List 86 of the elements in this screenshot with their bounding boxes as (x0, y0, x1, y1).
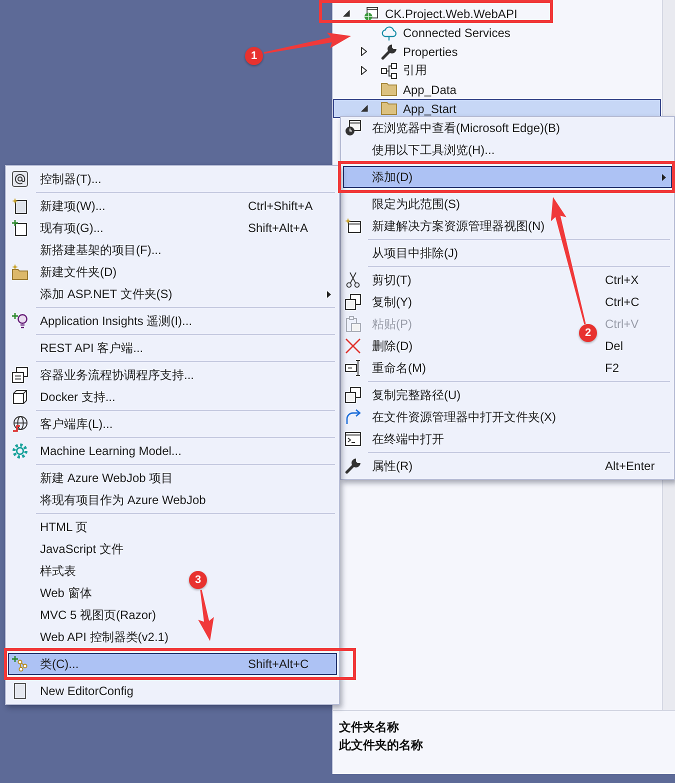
menu-item[interactable]: 重命名(M) (344, 358, 428, 378)
clipboard-icon (345, 316, 361, 332)
shortcut-text: Ctrl+Shift+A (248, 199, 313, 213)
window-clock-icon (345, 120, 361, 136)
copy-icon (345, 294, 361, 310)
menu-item[interactable]: 删除(D) (344, 336, 415, 356)
tree-item[interactable]: App_Start (333, 99, 661, 118)
menu-item[interactable]: REST API 客户端... (9, 338, 146, 358)
caret-down-icon[interactable] (360, 105, 368, 112)
menu-item[interactable]: 新建文件夹(D) (9, 262, 119, 282)
menu-item[interactable]: 在浏览器中查看(Microsoft Edge)(B) (344, 118, 562, 138)
menu-item[interactable]: 添加 ASP.NET 文件夹(S) (9, 284, 174, 304)
menu-item[interactable]: Application Insights 遥测(I)... (9, 311, 194, 331)
shortcut-text: Shift+Alt+A (248, 221, 308, 235)
menu-item[interactable]: 类(C)... Shift+Alt+C (8, 653, 337, 675)
curved-arrow-icon (345, 409, 361, 425)
shortcut-text: Del (605, 339, 624, 353)
gear-icon (12, 443, 28, 459)
menu-item[interactable]: JavaScript 文件 (9, 539, 126, 559)
menu-item[interactable]: 添加(D) (343, 166, 672, 188)
menu-item[interactable]: 样式表 (9, 561, 78, 581)
copy-icon (345, 387, 361, 403)
menu-item[interactable]: 剪切(T) (344, 270, 414, 290)
linked-boxes-icon (381, 62, 397, 78)
globe-window-icon (364, 6, 378, 20)
caret-right-icon[interactable] (361, 47, 367, 56)
menu-item[interactable]: Machine Learning Model... (9, 441, 184, 461)
menu-item[interactable]: 新建项(W)... (9, 196, 108, 216)
shortcut-text: Ctrl+X (605, 273, 639, 287)
tree-item[interactable]: App_Data (354, 80, 460, 99)
tree-item[interactable]: Properties (354, 42, 462, 61)
wrench-icon (381, 44, 397, 60)
property-description: 此文件夹的名称 (339, 737, 423, 754)
menu-item[interactable]: 复制完整路径(U) (344, 385, 463, 405)
file-icon (12, 683, 28, 699)
scissors-icon (345, 272, 361, 288)
menu-item[interactable]: 现有项(G)... (9, 218, 106, 238)
rename-icon (345, 360, 361, 376)
caret-right-icon[interactable] (361, 66, 367, 75)
menu-item[interactable]: Web API 控制器类(v2.1) (9, 627, 170, 647)
tree-item[interactable]: 引用 (354, 61, 431, 80)
menu-item[interactable]: 从项目中排除(J) (344, 243, 460, 263)
menu-item[interactable]: HTML 页 (9, 517, 90, 537)
menu-item[interactable]: 在文件资源管理器中打开文件夹(X) (344, 407, 558, 427)
wrench-icon (345, 458, 361, 474)
shortcut-text: Ctrl+V (605, 317, 639, 331)
lightbulb-icon (12, 313, 28, 329)
menu-item[interactable]: 新搭建基架的项目(F)... (9, 240, 164, 260)
tree-item[interactable]: CK.Project.Web.WebAPI (336, 4, 522, 23)
new-window-icon (345, 218, 361, 234)
shortcut-text: Ctrl+C (605, 295, 640, 309)
tree-item[interactable]: Connected Services (354, 23, 514, 42)
globe-icon (12, 416, 28, 432)
menu-item[interactable]: 控制器(T)... (9, 169, 104, 189)
menu-item[interactable]: 将现有项目作为 Azure WebJob (9, 490, 208, 510)
cloud-icon (381, 24, 397, 40)
shortcut-text: Shift+Alt+C (248, 657, 309, 671)
class-icon (12, 656, 28, 672)
menu-item[interactable]: Web 窗体 (9, 583, 94, 603)
menu-item[interactable]: 容器业务流程协调程序支持... (9, 365, 196, 385)
delete-icon (345, 338, 361, 354)
terminal-icon (345, 431, 361, 447)
menu-item[interactable]: 客户端库(L)... (9, 414, 115, 434)
folder-icon (381, 83, 397, 96)
menu-item[interactable]: 新建 Azure WebJob 项目 (9, 468, 176, 488)
menu-item[interactable]: 在终端中打开 (344, 429, 446, 449)
step-badge: 1 (245, 47, 263, 65)
at-sign-icon (12, 171, 28, 187)
shortcut-text: Alt+Enter (605, 459, 655, 473)
containers-icon (12, 367, 28, 383)
menu-item[interactable]: MVC 5 视图页(Razor) (9, 605, 158, 625)
menu-item[interactable]: Docker 支持... (9, 387, 118, 407)
caret-down-icon[interactable] (342, 10, 350, 17)
menu-item[interactable]: 使用以下工具浏览(H)... (344, 140, 497, 160)
menu-item[interactable]: 新建解决方案资源管理器视图(N) (344, 216, 547, 236)
shortcut-text: F2 (605, 361, 620, 375)
new-file-icon (12, 198, 28, 214)
menu-item[interactable]: 复制(Y) (344, 292, 414, 312)
menu-item[interactable]: 限定为此范围(S) (344, 194, 462, 214)
property-name: 文件夹名称 (339, 719, 399, 736)
new-folder-icon (12, 264, 28, 280)
menu-item[interactable]: New EditorConfig (9, 681, 136, 701)
file-plus-icon (12, 220, 28, 236)
box-icon (12, 389, 28, 405)
annotation-arrow (198, 590, 214, 641)
menu-item[interactable]: 属性(R) (344, 456, 415, 476)
